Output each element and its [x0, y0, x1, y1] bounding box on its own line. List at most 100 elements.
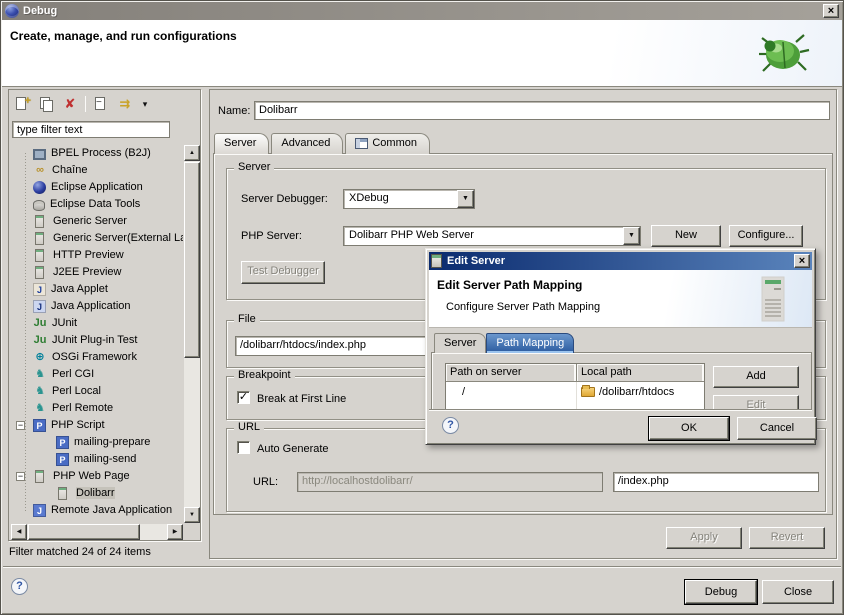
- url-path-input[interactable]: /index.php: [613, 472, 819, 492]
- vertical-scroll-thumb[interactable]: [184, 162, 200, 358]
- local-path-cell[interactable]: [577, 401, 704, 409]
- filter-input[interactable]: type filter text: [12, 121, 170, 138]
- tree-item-java-application[interactable]: JJava Application: [11, 298, 183, 315]
- tree-item-generic-server[interactable]: Generic Server: [11, 213, 183, 230]
- file-group-legend: File: [234, 313, 260, 325]
- duplicate-icon[interactable]: [37, 95, 55, 113]
- tree-item-mailing-prepare[interactable]: Pmailing-prepare: [11, 434, 183, 451]
- osgi-target-icon: ⊕: [33, 351, 47, 364]
- chevron-down-icon[interactable]: ▼: [457, 190, 474, 208]
- tree-item-remote-java-application[interactable]: JRemote Java Application: [11, 502, 183, 519]
- help-button[interactable]: ?: [11, 578, 28, 595]
- tree-item-junit[interactable]: JuJUnit: [11, 315, 183, 332]
- perl-camel-icon: ♞: [33, 368, 47, 381]
- auto-generate-checkbox[interactable]: [237, 441, 250, 454]
- tree-item-perl-local[interactable]: ♞Perl Local: [11, 383, 183, 400]
- new-server-button[interactable]: New: [651, 225, 721, 247]
- path-on-server-cell[interactable]: [446, 401, 577, 409]
- tab-common[interactable]: Common: [345, 133, 430, 154]
- tree-item-eclipse-application[interactable]: Eclipse Application: [11, 179, 183, 196]
- perl-camel-icon: ♞: [33, 402, 47, 415]
- scroll-left-button[interactable]: ◀: [11, 524, 27, 540]
- configure-server-button[interactable]: Configure...: [729, 225, 803, 247]
- tree-vertical-scrollbar[interactable]: ▲ ▼: [184, 145, 200, 523]
- php-server-select[interactable]: Dolibarr PHP Web Server ▼: [343, 226, 641, 246]
- edit-server-dialog: Edit Server × Edit Server Path Mapping C…: [425, 248, 816, 445]
- tree-item-label: OSGi Framework: [52, 351, 137, 363]
- tree-item-http-preview[interactable]: HTTP Preview: [11, 247, 183, 264]
- filter-icon[interactable]: ⇉: [116, 95, 134, 113]
- tree-item-label: Dolibarr: [76, 487, 115, 499]
- tree-item-bpel-process-b2j[interactable]: BPEL Process (B2J): [11, 145, 183, 162]
- add-mapping-button[interactable]: Add: [713, 366, 799, 388]
- tree-item-eclipse-data-tools[interactable]: Eclipse Data Tools: [11, 196, 183, 213]
- table-row[interactable]: //dolibarr/htdocs: [446, 382, 704, 401]
- break-first-line-label: Break at First Line: [257, 393, 346, 405]
- tree-horizontal-scrollbar[interactable]: ◀ ▶: [11, 524, 183, 540]
- revert-button[interactable]: Revert: [749, 527, 825, 549]
- column-header[interactable]: Local path: [577, 364, 704, 382]
- delete-icon[interactable]: ✘: [61, 95, 79, 113]
- tree-item-osgi-framework[interactable]: ⊕ OSGi Framework: [11, 349, 183, 366]
- chevron-down-icon[interactable]: ▼: [623, 227, 640, 245]
- new-configuration-icon[interactable]: +: [13, 95, 31, 113]
- collapse-all-icon[interactable]: −: [92, 95, 110, 113]
- url-base-input[interactable]: http://localhostdolibarr/: [297, 472, 603, 492]
- tree-item-label: Java Applet: [51, 283, 108, 295]
- debug-bug-icon: [756, 30, 810, 78]
- name-input[interactable]: Dolibarr: [254, 101, 830, 120]
- tree-item-php-script[interactable]: −PPHP Script: [11, 417, 183, 434]
- close-button[interactable]: Close: [762, 580, 834, 604]
- tree-item-php-web-page[interactable]: −PHP Web Page: [11, 468, 183, 485]
- page-title: Create, manage, and run configurations: [10, 29, 237, 43]
- local-path-cell[interactable]: /dolibarr/htdocs: [577, 382, 704, 401]
- tree-item-perl-remote[interactable]: ♞ Perl Remote: [11, 400, 183, 417]
- column-header[interactable]: Path on server: [446, 364, 577, 382]
- ok-button[interactable]: OK: [649, 417, 729, 440]
- expander-minus-icon[interactable]: −: [16, 472, 25, 481]
- java-application-icon: J: [33, 300, 46, 313]
- horizontal-scroll-thumb[interactable]: [28, 524, 140, 540]
- tab-server-settings[interactable]: Server: [434, 333, 486, 353]
- scroll-down-button[interactable]: ▼: [184, 507, 200, 523]
- junit-plugin-icon: Ju: [33, 334, 47, 347]
- tree-item-java-applet[interactable]: JJava Applet: [11, 281, 183, 298]
- tree-item-mailing-send[interactable]: Pmailing-send: [11, 451, 183, 468]
- expander-minus-icon[interactable]: −: [16, 421, 25, 430]
- tree-item-dolibarr[interactable]: Dolibarr: [11, 485, 183, 502]
- apply-button[interactable]: Apply: [666, 527, 742, 549]
- cancel-button[interactable]: Cancel: [737, 417, 817, 440]
- tree-item-j2ee-preview[interactable]: J2EE Preview: [11, 264, 183, 281]
- tree-item-cha-ne[interactable]: ∞Chaîne: [11, 162, 183, 179]
- break-first-line-checkbox[interactable]: ✓: [237, 391, 250, 404]
- tree-item-label: Eclipse Data Tools: [50, 198, 140, 210]
- tree-item-label: Chaîne: [52, 164, 87, 176]
- tree-item-junit-plug-in-test[interactable]: JuJUnit Plug-in Test: [11, 332, 183, 349]
- path-on-server-cell[interactable]: /: [446, 382, 577, 401]
- menu-caret-icon[interactable]: ▾: [140, 95, 150, 113]
- auto-generate-label: Auto Generate: [257, 443, 329, 455]
- tab-advanced[interactable]: Advanced: [271, 133, 343, 154]
- close-window-button[interactable]: ×: [823, 4, 839, 18]
- close-dialog-button[interactable]: ×: [794, 254, 810, 268]
- path-mapping-table[interactable]: Path on serverLocal path//dolibarr/htdoc…: [445, 363, 705, 409]
- table-row[interactable]: [446, 401, 704, 409]
- debug-button[interactable]: Debug: [685, 580, 757, 604]
- scroll-right-button[interactable]: ▶: [167, 524, 183, 540]
- tree-item-perl-cgi[interactable]: ♞Perl CGI: [11, 366, 183, 383]
- scroll-up-button[interactable]: ▲: [184, 145, 200, 161]
- tree-item-label: Perl Remote: [52, 402, 113, 414]
- edit-mapping-button[interactable]: Edit: [713, 395, 799, 409]
- edit-server-tabs: Server Path Mapping: [434, 333, 574, 353]
- tree-item-generic-server-external-la[interactable]: Generic Server(External La: [11, 230, 183, 247]
- test-debugger-button[interactable]: Test Debugger: [241, 261, 325, 284]
- edit-server-title-bar: Edit Server ×: [429, 252, 812, 270]
- server-icon: [431, 254, 442, 268]
- sidebar-toolbar: + ✘ − ⇉ ▾: [13, 93, 150, 115]
- tree-item-label: mailing-send: [74, 453, 136, 465]
- dialog-help-button[interactable]: ?: [442, 417, 459, 434]
- tab-server[interactable]: Server: [214, 133, 269, 154]
- server-debugger-select[interactable]: XDebug ▼: [343, 189, 475, 209]
- tab-path-mapping[interactable]: Path Mapping: [486, 333, 574, 353]
- title-bar: Debug ×: [2, 2, 842, 20]
